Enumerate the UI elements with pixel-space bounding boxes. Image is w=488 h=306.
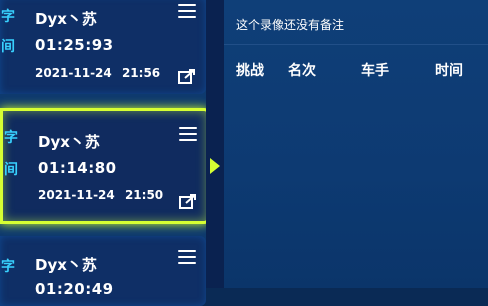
share-icon[interactable] (178, 68, 196, 84)
side-label: 间 (4, 162, 18, 178)
side-label: 字 (1, 259, 15, 275)
race-time: 01:14:80 (38, 159, 117, 177)
racer-name: Dyx丶苏 (35, 256, 97, 274)
race-time: 01:20:49 (35, 280, 114, 298)
side-label: 字 (1, 9, 15, 25)
replay-card[interactable]: 字 Dyx丶苏 01:20:49 (0, 236, 206, 306)
racer-name: Dyx丶苏 (35, 10, 97, 28)
race-date: 2021-11-24 21:56 (35, 66, 161, 80)
side-label: 字 (4, 130, 18, 146)
race-date: 2021-11-24 21:50 (38, 188, 164, 202)
replay-card-selected[interactable]: 字 间 Dyx丶苏 01:14:80 2021-11-24 21:50 (0, 108, 210, 224)
side-label: 间 (1, 39, 15, 55)
racer-name: Dyx丶苏 (38, 133, 100, 151)
menu-icon[interactable] (178, 4, 196, 18)
col-challenge: 挑战 (236, 63, 264, 79)
share-icon[interactable] (179, 193, 197, 209)
selection-arrow-icon (210, 158, 220, 174)
col-rank: 名次 (288, 63, 316, 79)
race-time: 01:25:93 (35, 36, 114, 54)
detail-panel: 这个录像还没有备注 挑战 名次 车手 时间 (224, 0, 488, 288)
panel-divider (206, 0, 224, 288)
col-time: 时间 (435, 63, 463, 79)
menu-icon[interactable] (179, 127, 197, 141)
header-divider (224, 44, 488, 45)
note-text: 这个录像还没有备注 (236, 18, 345, 32)
menu-icon[interactable] (178, 250, 196, 264)
col-driver: 车手 (361, 63, 389, 79)
replay-card[interactable]: 字 间 Dyx丶苏 01:25:93 2021-11-24 21:56 (0, 0, 206, 94)
replay-list: 字 间 Dyx丶苏 01:25:93 2021-11-24 21:56 字 间 … (0, 0, 210, 306)
